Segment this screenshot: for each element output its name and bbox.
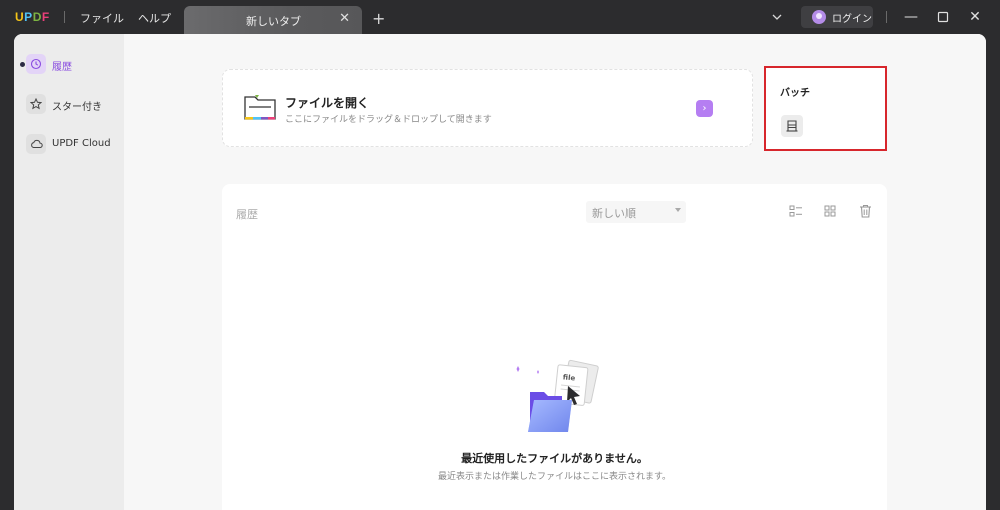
- empty-state-subtitle: 最近表示または作業したファイルはここに表示されます。: [437, 472, 672, 482]
- svg-text:file: file: [562, 373, 575, 382]
- empty-folder-illustration: file: [516, 359, 599, 432]
- menu-help[interactable]: ヘルプ: [138, 10, 171, 26]
- caret-down-icon: [675, 208, 681, 212]
- empty-state-title: 最近使用したファイルがありません。: [461, 452, 648, 465]
- open-file-title: ファイルを開く: [285, 96, 370, 110]
- star-icon: [26, 94, 46, 114]
- clock-icon: [26, 54, 46, 74]
- content-area: 履歴 スター付き UPDF Cloud ファイルを開く ここにファイルをドラッグ…: [14, 34, 986, 510]
- sidebar: 履歴 スター付き UPDF Cloud: [14, 34, 124, 510]
- batch-title: バッチ: [780, 88, 810, 99]
- title-separator: [886, 11, 887, 23]
- trash-icon[interactable]: [857, 203, 873, 219]
- history-panel: 履歴 新しい順 file 最近使用したファイルがありません。 最近表示または作業…: [222, 184, 887, 510]
- main-panel: ファイルを開く ここにファイルをドラッグ＆ドロップして開きます › バッチ 履歴…: [124, 34, 986, 510]
- menu-file[interactable]: ファイル: [80, 10, 124, 26]
- folder-open-icon: [244, 95, 276, 120]
- login-button[interactable]: ログイン: [801, 6, 873, 28]
- close-window-button[interactable]: ✕: [966, 8, 984, 26]
- tab-close-icon[interactable]: ✕: [339, 11, 350, 26]
- open-file-subtitle: ここにファイルをドラッグ＆ドロップして開きます: [285, 115, 492, 125]
- grid-view-icon[interactable]: [822, 203, 838, 219]
- batch-stack-icon[interactable]: [781, 115, 803, 137]
- avatar-icon: [812, 10, 826, 24]
- active-indicator: [20, 62, 25, 67]
- chevron-down-icon[interactable]: [771, 11, 783, 23]
- sidebar-item-starred[interactable]: スター付き: [26, 94, 122, 116]
- sort-selected-value: 新しい順: [592, 207, 636, 220]
- open-file-dropzone[interactable]: ファイルを開く ここにファイルをドラッグ＆ドロップして開きます ›: [222, 69, 753, 147]
- maximize-icon[interactable]: [934, 8, 952, 26]
- tab-title: 新しいタブ: [246, 15, 301, 28]
- sidebar-item-history[interactable]: 履歴: [20, 54, 122, 76]
- cloud-icon: [26, 134, 46, 154]
- updf-logo: UPDF: [15, 10, 50, 24]
- tab-new[interactable]: 新しいタブ ✕: [184, 6, 362, 34]
- history-title: 履歴: [236, 208, 258, 221]
- list-view-icon[interactable]: [788, 203, 804, 219]
- minimize-button[interactable]: —: [902, 8, 920, 26]
- open-file-arrow-button[interactable]: ›: [696, 100, 713, 117]
- sidebar-item-cloud[interactable]: UPDF Cloud: [26, 134, 122, 156]
- batch-card[interactable]: バッチ: [764, 66, 887, 151]
- login-label: ログイン: [832, 14, 872, 25]
- sidebar-item-label: スター付き: [52, 102, 102, 113]
- sidebar-item-label: 履歴: [52, 62, 72, 73]
- sort-dropdown[interactable]: 新しい順: [586, 201, 686, 223]
- title-separator: [64, 11, 65, 23]
- add-tab-button[interactable]: +: [372, 9, 385, 28]
- title-bar: UPDF ファイル ヘルプ 新しいタブ ✕ + ログイン — ✕: [0, 0, 1000, 34]
- sidebar-item-label: UPDF Cloud: [52, 138, 111, 149]
